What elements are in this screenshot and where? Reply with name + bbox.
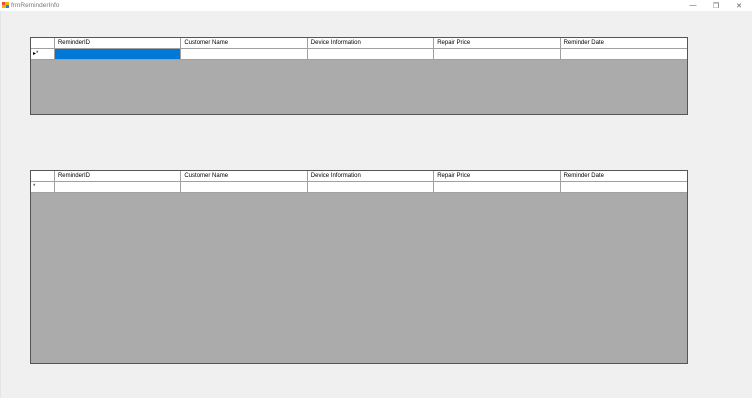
cell-device-information[interactable] bbox=[308, 182, 435, 192]
column-header-reminder-date[interactable]: Reminder Date bbox=[561, 38, 687, 48]
minimize-button[interactable]: — bbox=[682, 0, 704, 11]
reminder-grid-bottom[interactable]: ReminderID Customer Name Device Informat… bbox=[30, 170, 688, 364]
column-header-device-information[interactable]: Device Information bbox=[308, 38, 435, 48]
grid-header-row: ReminderID Customer Name Device Informat… bbox=[31, 38, 687, 49]
row-header-corner[interactable] bbox=[31, 38, 55, 48]
row-header-new-row-indicator[interactable]: * bbox=[31, 182, 55, 192]
reminder-grid-top[interactable]: ReminderID Customer Name Device Informat… bbox=[30, 37, 688, 115]
column-header-repair-price[interactable]: Repair Price bbox=[434, 38, 561, 48]
column-header-reminderid[interactable]: ReminderID bbox=[55, 171, 182, 181]
title-bar: frmReminderInfo — ❐ ✕ bbox=[0, 0, 752, 11]
column-header-reminder-date[interactable]: Reminder Date bbox=[561, 171, 687, 181]
column-header-customer-name[interactable]: Customer Name bbox=[181, 38, 308, 48]
cell-reminderid[interactable] bbox=[55, 182, 182, 192]
column-header-device-information[interactable]: Device Information bbox=[308, 171, 435, 181]
minimize-icon: — bbox=[689, 2, 697, 9]
close-button[interactable]: ✕ bbox=[728, 0, 750, 11]
table-row[interactable]: * bbox=[31, 182, 687, 193]
cell-reminder-date[interactable] bbox=[561, 49, 687, 59]
cell-device-information[interactable] bbox=[308, 49, 435, 59]
cell-customer-name[interactable] bbox=[181, 49, 308, 59]
cell-reminderid[interactable] bbox=[54, 49, 182, 59]
cell-customer-name[interactable] bbox=[181, 182, 308, 192]
row-header-corner[interactable] bbox=[31, 171, 55, 181]
app-icon bbox=[2, 2, 9, 8]
window-title: frmReminderInfo bbox=[11, 2, 60, 9]
table-row[interactable]: ▸* bbox=[31, 49, 687, 60]
form-border bbox=[0, 11, 1, 398]
cell-reminder-date[interactable] bbox=[561, 182, 687, 192]
restore-button[interactable]: ❐ bbox=[705, 0, 727, 11]
column-header-reminderid[interactable]: ReminderID bbox=[55, 38, 182, 48]
column-header-customer-name[interactable]: Customer Name bbox=[181, 171, 308, 181]
column-header-repair-price[interactable]: Repair Price bbox=[434, 171, 561, 181]
restore-icon: ❐ bbox=[712, 2, 720, 10]
close-icon: ✕ bbox=[736, 2, 742, 10]
grid-header-row: ReminderID Customer Name Device Informat… bbox=[31, 171, 687, 182]
cell-repair-price[interactable] bbox=[434, 49, 561, 59]
row-header-new-row-indicator[interactable]: ▸* bbox=[31, 49, 55, 59]
cell-repair-price[interactable] bbox=[434, 182, 561, 192]
